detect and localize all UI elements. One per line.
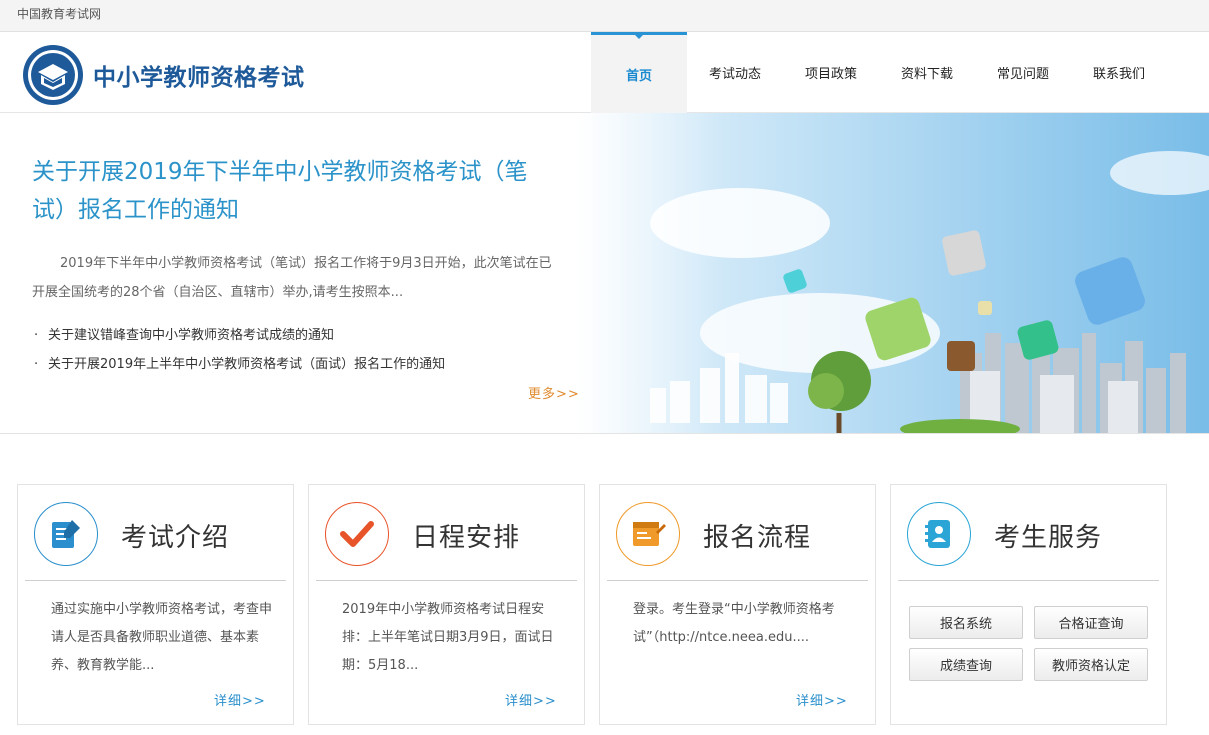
card-rule <box>607 580 868 581</box>
news-link[interactable]: · 关于建议错峰查询中小学教师资格考试成绩的通知 <box>34 321 445 350</box>
headline-link[interactable]: 关于开展2019年下半年中小学教师资格考试（笔试）报名工作的通知 <box>32 153 562 229</box>
edit-document-icon[interactable] <box>34 502 98 566</box>
nav-home[interactable]: 首页 <box>591 32 687 113</box>
city-illustration <box>560 113 1209 433</box>
banner-text-area: 关于开展2019年下半年中小学教师资格考试（笔试）报名工作的通知 2019年下半… <box>0 113 600 433</box>
nav-downloads[interactable]: 资料下载 <box>879 32 975 113</box>
registration-system-button[interactable]: 报名系统 <box>909 606 1023 639</box>
section-divider <box>0 433 1209 434</box>
site-title[interactable]: 中小学教师资格考试 <box>93 58 305 92</box>
registration-card: 报名流程 登录。考生登录“中小学教师资格考试”（http://ntce.neea… <box>599 484 876 725</box>
card-rule <box>316 580 577 581</box>
nav-policy[interactable]: 项目政策 <box>783 32 879 113</box>
detail-link[interactable]: 详细>> <box>796 690 848 709</box>
candidate-services-card: 考生服务 报名系统 合格证查询 成绩查询 教师资格认定 <box>890 484 1167 725</box>
card-text: 通过实施中小学教师资格考试，考查申请人是否具备教师职业道德、基本素养、教育教学能… <box>51 602 273 673</box>
card-rule <box>25 580 286 581</box>
logo-emblem-icon[interactable] <box>22 44 84 106</box>
news-banner: 关于开展2019年下半年中小学教师资格考试（笔试）报名工作的通知 2019年下半… <box>0 113 1209 433</box>
teacher-certification-button[interactable]: 教师资格认定 <box>1034 648 1148 681</box>
header: 中小学教师资格考试 首页 考试动态 项目政策 资料下载 常见问题 联系我们 <box>0 32 1209 113</box>
news-list: · 关于建议错峰查询中小学教师资格考试成绩的通知 · 关于开展2019年上半年中小学… <box>34 321 445 379</box>
contact-book-icon[interactable] <box>907 502 971 566</box>
card-title[interactable]: 报名流程 <box>703 517 811 554</box>
card-title[interactable]: 考生服务 <box>994 517 1102 554</box>
register-form-icon[interactable] <box>616 502 680 566</box>
top-bar: 中国教育考试网 <box>0 0 1209 32</box>
certificate-query-button[interactable]: 合格证查询 <box>1034 606 1148 639</box>
detail-link[interactable]: 详细>> <box>505 690 557 709</box>
card-text: 2019年中小学教师资格考试日程安排：上半年笔试日期3月9日，面试日期：5月18… <box>342 602 554 673</box>
headline-summary: 2019年下半年中小学教师资格考试（笔试）报名工作将于9月3日开始，此次笔试在已… <box>32 256 552 300</box>
nav-faq[interactable]: 常见问题 <box>975 32 1071 113</box>
main-nav: 首页 考试动态 项目政策 资料下载 常见问题 联系我们 <box>591 32 1167 113</box>
nav-contact[interactable]: 联系我们 <box>1071 32 1167 113</box>
score-query-button[interactable]: 成绩查询 <box>909 648 1023 681</box>
card-text: 登录。考生登录“中小学教师资格考试”（http://ntce.neea.edu.… <box>633 602 835 645</box>
schedule-card: 日程安排 2019年中小学教师资格考试日程安排：上半年笔试日期3月9日，面试日期… <box>308 484 585 725</box>
bullet-icon: · <box>34 328 39 343</box>
checkmark-icon[interactable] <box>325 502 389 566</box>
card-title[interactable]: 考试介绍 <box>121 517 229 554</box>
exam-intro-card: 考试介绍 通过实施中小学教师资格考试，考查申请人是否具备教师职业道德、基本素养、… <box>17 484 294 725</box>
news-link[interactable]: · 关于开展2019年上半年中小学教师资格考试（面试）报名工作的通知 <box>34 350 445 379</box>
card-rule <box>898 580 1159 581</box>
detail-link[interactable]: 详细>> <box>214 690 266 709</box>
news-link-text[interactable]: 关于建议错峰查询中小学教师资格考试成绩的通知 <box>48 328 334 343</box>
news-link-text[interactable]: 关于开展2019年上半年中小学教师资格考试（面试）报名工作的通知 <box>48 357 445 372</box>
bullet-icon: · <box>34 357 39 372</box>
more-link[interactable]: 更多>> <box>528 383 580 402</box>
card-title[interactable]: 日程安排 <box>412 517 520 554</box>
site-name-link[interactable]: 中国教育考试网 <box>17 7 101 21</box>
nav-exam-news[interactable]: 考试动态 <box>687 32 783 113</box>
